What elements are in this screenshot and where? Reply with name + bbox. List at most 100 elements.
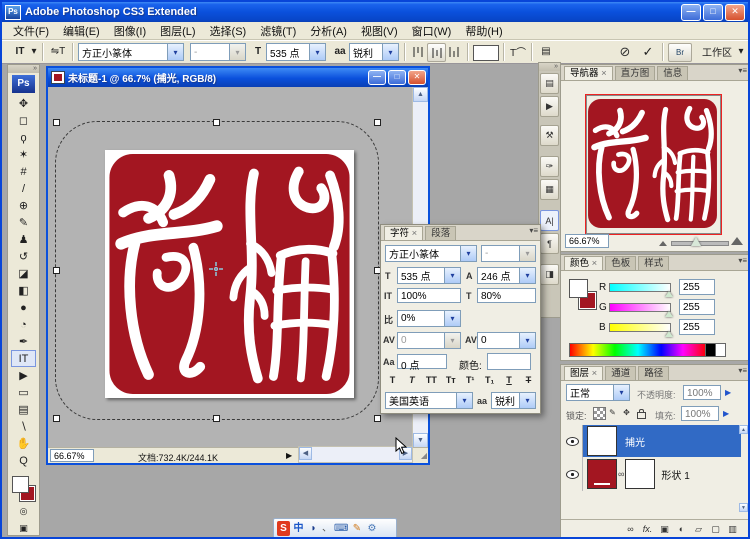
- tab-close-icon[interactable]: ×: [601, 68, 607, 79]
- palette-menu-icon[interactable]: ▾≡: [738, 366, 747, 375]
- close-button[interactable]: ✕: [725, 4, 745, 21]
- menu-select[interactable]: 选择(S): [203, 22, 254, 40]
- tab-character[interactable]: 字符 ×: [384, 226, 423, 240]
- scroll-left-icon[interactable]: ◀: [299, 447, 312, 460]
- red-slider-thumb[interactable]: [665, 291, 673, 297]
- underline-button[interactable]: T: [502, 375, 517, 385]
- tool-eyedropper[interactable]: ∖: [11, 418, 36, 435]
- tool-dodge[interactable]: ◔: [11, 316, 36, 333]
- tool-slice[interactable]: /: [11, 180, 36, 197]
- navigator-thumbnail[interactable]: [586, 95, 721, 234]
- screen-mode-button[interactable]: ▣: [11, 520, 36, 537]
- menu-filter[interactable]: 滤镜(T): [253, 22, 303, 40]
- minimize-button[interactable]: —: [681, 4, 701, 21]
- red-value-field[interactable]: 255: [679, 279, 715, 295]
- fill-spinner-icon[interactable]: ▶: [723, 409, 729, 418]
- faux-bold-button[interactable]: T: [385, 375, 400, 385]
- text-color-swatch[interactable]: [473, 45, 499, 61]
- char-font-family-select[interactable]: 方正小篆体▾: [385, 245, 477, 262]
- document-title-bar[interactable]: 未标题-1 @ 66.7% (捕光, RGB/8) — □ ✕: [48, 68, 428, 87]
- chinese-mode-icon[interactable]: 中: [292, 521, 305, 536]
- tool-marquee[interactable]: ◻: [11, 112, 36, 129]
- bridge-icon[interactable]: Br: [668, 43, 692, 62]
- paragraph-palette-button[interactable]: ¶: [540, 233, 559, 254]
- scroll-up-icon[interactable]: ▲: [413, 87, 428, 102]
- lock-position-icon[interactable]: ✥: [621, 407, 632, 418]
- link-layers-icon[interactable]: ∞: [622, 524, 639, 534]
- vector-mask-thumbnail[interactable]: [625, 459, 655, 489]
- dropdown-arrow-icon[interactable]: ▾: [309, 44, 325, 60]
- commit-edit-icon[interactable]: ✓: [639, 43, 657, 60]
- tab-swatches[interactable]: 色板: [605, 256, 636, 270]
- doc-maximize-button[interactable]: □: [388, 70, 406, 85]
- dropdown-arrow-icon[interactable]: ▾: [519, 268, 535, 283]
- menu-help[interactable]: 帮助(H): [458, 22, 509, 40]
- adjustment-layer-icon[interactable]: ◐: [673, 524, 690, 534]
- zoom-out-icon[interactable]: [659, 241, 667, 246]
- tab-close-icon[interactable]: ×: [592, 258, 598, 269]
- tab-close-icon[interactable]: ×: [592, 368, 598, 379]
- fill-field[interactable]: 100%: [681, 406, 719, 421]
- char-font-style-select[interactable]: -▾: [481, 245, 536, 262]
- palette-menu-icon[interactable]: ▾≡: [738, 66, 747, 75]
- cancel-edit-icon[interactable]: ⊘: [616, 43, 634, 60]
- visibility-toggle[interactable]: [562, 425, 583, 457]
- opacity-field[interactable]: 100%: [683, 385, 721, 400]
- punctuation-icon[interactable]: 、: [322, 521, 332, 536]
- tool-type[interactable]: IT: [11, 350, 36, 367]
- opacity-spinner-icon[interactable]: ▶: [725, 388, 731, 397]
- tool-crop[interactable]: #: [11, 163, 36, 180]
- text-orientation-icon[interactable]: ⇋T: [48, 43, 68, 60]
- resize-grip-icon[interactable]: ◢: [421, 451, 427, 460]
- transform-handle-top-right[interactable]: [374, 119, 381, 126]
- lock-transparency-icon[interactable]: [593, 407, 606, 420]
- blend-mode-select[interactable]: 正常▾: [566, 384, 630, 401]
- blue-slider-thumb[interactable]: [665, 331, 673, 337]
- tab-histogram[interactable]: 直方图: [615, 66, 656, 80]
- subscript-button[interactable]: T₁: [482, 375, 497, 385]
- handwriting-icon[interactable]: ✎: [350, 521, 363, 536]
- tab-color[interactable]: 颜色 ×: [564, 256, 603, 270]
- layer-row-shape[interactable]: ∞ 形状 1: [562, 457, 741, 491]
- transform-handle-bottom-left[interactable]: [53, 415, 60, 422]
- small-caps-button[interactable]: Tᴛ: [443, 375, 458, 385]
- foreground-color-swatch[interactable]: [569, 279, 588, 298]
- layer-style-icon[interactable]: fx.: [639, 524, 656, 534]
- brushes-palette-button[interactable]: ✑: [540, 156, 559, 177]
- all-caps-button[interactable]: TT: [424, 375, 439, 385]
- doc-minimize-button[interactable]: —: [368, 70, 386, 85]
- transform-handle-top-center[interactable]: [213, 119, 220, 126]
- clone-source-palette-button[interactable]: ▦: [540, 179, 559, 200]
- history-palette-button[interactable]: ▤: [540, 73, 559, 94]
- dropdown-arrow-icon[interactable]: ▾: [444, 268, 460, 283]
- transform-handle-mid-left[interactable]: [53, 267, 60, 274]
- character-palette-button[interactable]: A|: [540, 210, 559, 231]
- shape-fill-thumbnail[interactable]: [587, 459, 617, 489]
- new-group-icon[interactable]: ▱: [690, 524, 707, 535]
- tool-preset-icon[interactable]: IT: [10, 43, 30, 60]
- superscript-button[interactable]: T¹: [463, 375, 478, 385]
- tool-shape[interactable]: ▭: [11, 384, 36, 401]
- foreground-color-swatch[interactable]: [12, 476, 29, 493]
- white-swatch[interactable]: [715, 343, 726, 357]
- tool-zoom[interactable]: Q: [11, 452, 36, 469]
- menu-window[interactable]: 窗口(W): [405, 22, 459, 40]
- status-menu-arrow-icon[interactable]: ▶: [286, 451, 292, 460]
- document-canvas-area[interactable]: ▲ ▼ 66.67% 文档:732.4K/244.1K ▶ ◀ ▶ ◢: [48, 87, 428, 463]
- tab-close-icon[interactable]: ×: [412, 228, 418, 239]
- font-size-select[interactable]: 535 点 ▾: [266, 43, 326, 61]
- layers-scroll-up-icon[interactable]: ▲: [739, 425, 748, 434]
- kerning-select[interactable]: 0▾: [397, 332, 461, 349]
- color-spectrum-ramp[interactable]: [569, 343, 707, 357]
- tab-paths[interactable]: 路径: [638, 366, 669, 380]
- dropdown-arrow-icon[interactable]: ▾: [519, 333, 535, 348]
- dropdown-arrow-icon[interactable]: ▾: [456, 393, 472, 408]
- tool-move[interactable]: ✥: [11, 95, 36, 112]
- tool-notes[interactable]: ▤: [11, 401, 36, 418]
- font-family-select[interactable]: 方正小篆体 ▾: [78, 43, 184, 61]
- delete-layer-icon[interactable]: ▥: [724, 524, 741, 535]
- quick-mask-button[interactable]: ◎: [11, 503, 36, 520]
- strikethrough-button[interactable]: T: [521, 375, 536, 385]
- lock-all-icon[interactable]: [637, 412, 646, 419]
- layer-name[interactable]: 捕光: [625, 434, 645, 449]
